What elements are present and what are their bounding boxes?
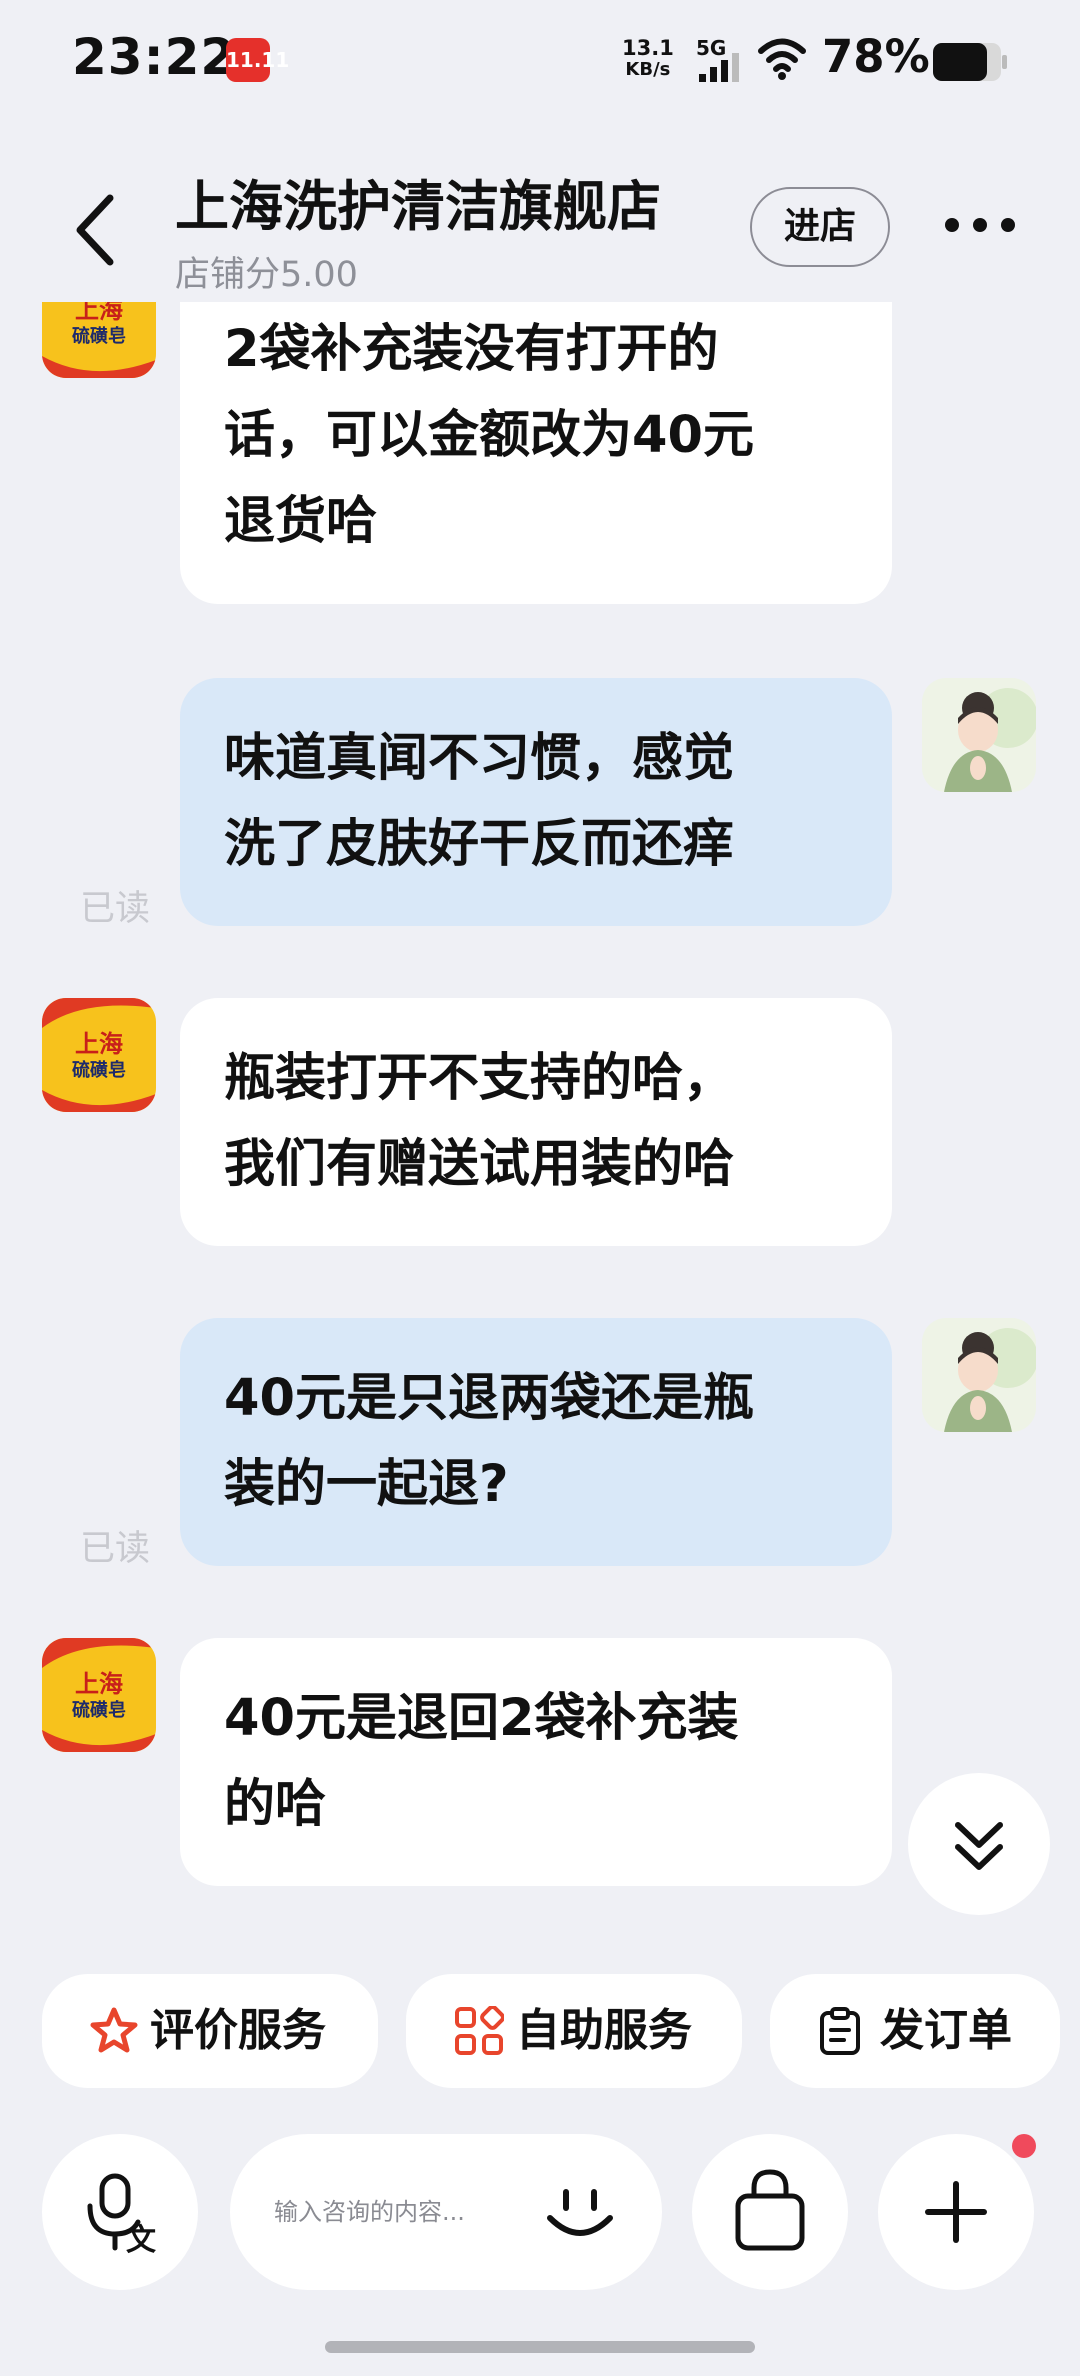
user-avatar-image — [922, 678, 1036, 792]
network-speed-unit: KB/s — [625, 59, 671, 80]
user-avatar[interactable] — [922, 678, 1036, 792]
back-icon[interactable] — [70, 190, 120, 270]
home-indicator[interactable] — [325, 2341, 755, 2353]
message-text: 话，可以金额改为40元 — [224, 406, 754, 465]
shopping-app-notification-icon: 11.11 — [226, 38, 289, 82]
rate-service-button[interactable]: 评价服务 — [42, 1974, 378, 2088]
message-text: 40元是只退两袋还是瓶 — [224, 1369, 754, 1428]
self-service-button[interactable]: 自助服务 — [406, 1974, 742, 2088]
message-bubble-mine: 味道真闻不习惯，感觉 洗了皮肤好干反而还痒 — [180, 678, 892, 926]
more-actions-button[interactable] — [878, 2134, 1034, 2290]
shop-logo-text-top: 上海 — [75, 1029, 123, 1058]
shop-logo-text-bottom: 硫磺皂 — [72, 1060, 126, 1081]
user-avatar[interactable] — [922, 1318, 1036, 1432]
clipboard-icon — [820, 2007, 860, 2055]
read-status: 已读 — [80, 1529, 151, 1569]
wifi-icon — [758, 38, 806, 80]
svg-text:文: 文 — [126, 2223, 156, 2258]
network-speed: 13.1 KB/s — [622, 36, 674, 81]
double-chevron-down-icon — [955, 1822, 1003, 1870]
network-speed-value: 13.1 — [622, 36, 674, 60]
more-options-icon[interactable] — [940, 195, 1020, 255]
shop-score: 店铺分5.00 — [175, 255, 358, 295]
message-bubble-shop: 瓶装打开不支持的哈， 我们有赠送试用装的哈 — [180, 998, 892, 1246]
message-text: 退货哈 — [224, 492, 378, 551]
message-text: 40元是退回2袋补充装 — [224, 1689, 739, 1748]
message-text: 2袋补充装没有打开的 — [224, 320, 719, 379]
status-time: 23:22 — [72, 28, 237, 86]
message-bubble-mine: 40元是只退两袋还是瓶 装的一起退? — [180, 1318, 892, 1566]
message-input-placeholder: 输入咨询的内容... — [274, 2198, 465, 2226]
star-icon — [90, 2007, 138, 2053]
signal-icon — [699, 53, 739, 82]
message-text: 装的一起退? — [224, 1455, 509, 1514]
shop-avatar[interactable]: 上海 硫磺皂 — [42, 1638, 156, 1752]
rate-service-label: 评价服务 — [150, 2005, 326, 2056]
send-order-button[interactable]: 发订单 — [770, 1974, 1060, 2088]
emoji-icon[interactable] — [540, 2172, 620, 2252]
chat-message-list[interactable]: 上海 硫磺皂 2袋补充装没有打开的 话，可以金额改为40元 退货哈 味道真闻不习… — [0, 302, 1080, 1922]
scroll-to-bottom-button[interactable] — [908, 1773, 1050, 1915]
message-bubble-shop: 40元是退回2袋补充装 的哈 — [180, 1638, 892, 1886]
message-input[interactable]: 输入咨询的内容... — [230, 2134, 662, 2290]
message-text: 洗了皮肤好干反而还痒 — [224, 815, 735, 874]
read-status: 已读 — [80, 889, 151, 929]
notification-dot — [1012, 2134, 1036, 2158]
message-text: 瓶装打开不支持的哈， — [224, 1049, 735, 1108]
products-button[interactable] — [692, 2134, 848, 2290]
battery-icon — [933, 43, 1007, 81]
send-order-label: 发订单 — [880, 2005, 1012, 2056]
microphone-icon: 文 — [87, 2173, 156, 2258]
shopping-bag-icon — [735, 2169, 805, 2251]
shop-logo-text-top: 上海 — [75, 1669, 123, 1698]
user-avatar-image — [922, 1318, 1036, 1432]
message-text: 味道真闻不习惯，感觉 — [224, 729, 735, 788]
shop-logo-text-bottom: 硫磺皂 — [72, 326, 126, 347]
shop-avatar[interactable]: 上海 硫磺皂 — [42, 302, 156, 378]
shop-name: 上海洗护清洁旗舰店 — [175, 175, 661, 238]
plus-icon — [925, 2181, 987, 2243]
voice-to-text-button[interactable]: 文 — [42, 2134, 198, 2290]
message-text: 的哈 — [224, 1775, 327, 1834]
battery-percentage: 78% — [822, 30, 930, 83]
message-text: 我们有赠送试用装的哈 — [224, 1135, 735, 1194]
enter-shop-button[interactable]: 进店 — [750, 187, 890, 267]
grid-icon — [455, 2006, 504, 2055]
self-service-label: 自助服务 — [516, 2005, 692, 2056]
message-bubble-shop: 2袋补充装没有打开的 话，可以金额改为40元 退货哈 — [180, 302, 892, 604]
shop-logo-text-bottom: 硫磺皂 — [72, 1700, 126, 1721]
shop-avatar[interactable]: 上海 硫磺皂 — [42, 998, 156, 1112]
